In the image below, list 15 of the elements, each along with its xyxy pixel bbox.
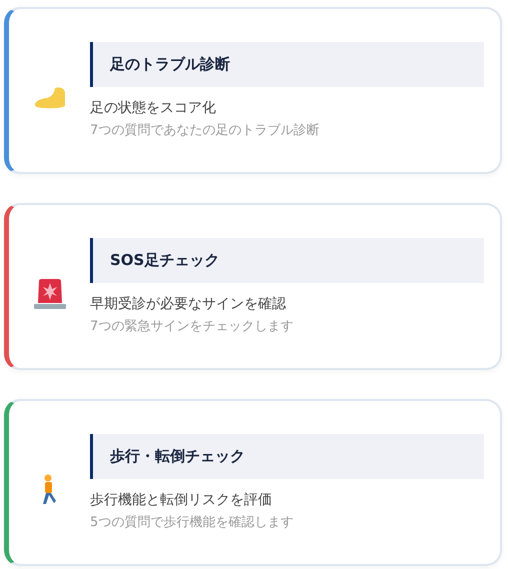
card-title: 歩行・転倒チェック <box>110 447 245 466</box>
siren-icon <box>32 276 66 310</box>
card-description: 7つの質問であなたの足のトラブル診断 <box>90 122 320 139</box>
foot-icon <box>32 86 66 110</box>
card[interactable]: 歩行・転倒チェック 歩行機能と転倒リスクを評価 5つの質問で歩行機能を確認します <box>4 399 502 566</box>
card-subtitle: 足の状態をスコア化 <box>90 99 217 117</box>
card-title: SOS足チェック <box>110 251 220 270</box>
card-description: 7つの緊急サインをチェックします <box>90 318 294 335</box>
walking-person-icon <box>40 474 58 506</box>
card-subtitle: 歩行機能と転倒リスクを評価 <box>90 491 273 509</box>
card[interactable]: 足のトラブル診断 足の状態をスコア化 7つの質問であなたの足のトラブル診断 <box>4 7 502 174</box>
card-subtitle: 早期受診が必要なサインを確認 <box>90 295 287 313</box>
card-title: 足のトラブル診断 <box>110 55 230 74</box>
card[interactable]: SOS足チェック 早期受診が必要なサインを確認 7つの緊急サインをチェックします <box>4 203 502 370</box>
card-description: 5つの質問で歩行機能を確認します <box>90 514 294 531</box>
